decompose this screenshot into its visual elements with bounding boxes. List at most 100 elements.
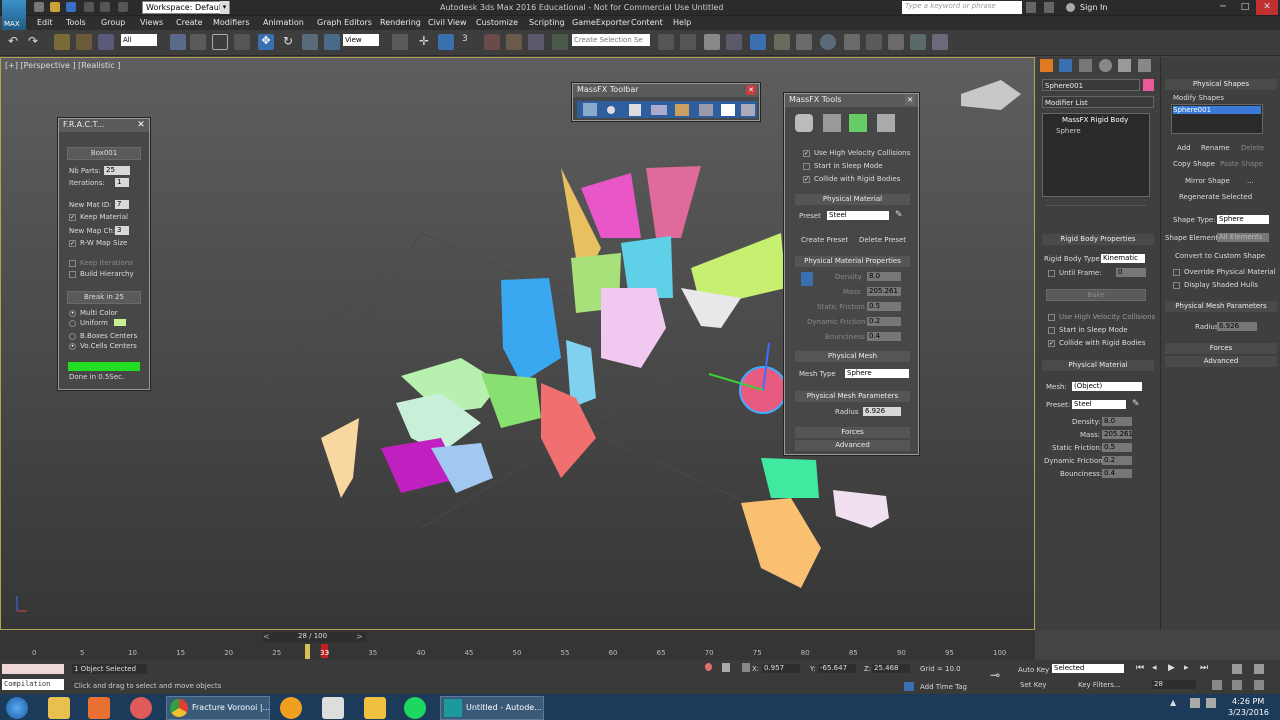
preset-dropdown[interactable]: Steel (1072, 400, 1126, 409)
play-icon[interactable]: ▶ (1168, 663, 1175, 673)
bounciness-input[interactable]: 0.4 (867, 332, 901, 341)
start-button-icon[interactable] (6, 697, 28, 719)
radius-input[interactable]: 6.926 (863, 407, 901, 416)
sign-in-link[interactable]: Sign In (1080, 3, 1107, 12)
menu-rendering[interactable]: Rendering (380, 18, 421, 27)
until-frame-checkbox[interactable]: Until Frame: (1048, 269, 1102, 277)
menu-group[interactable]: Group (101, 18, 125, 27)
copy-shape-button[interactable]: Copy Shape (1173, 160, 1215, 168)
rigid-body-icon[interactable] (607, 106, 615, 114)
regenerate-selected-button[interactable]: Regenerate Selected (1179, 193, 1252, 201)
time-tag-icon[interactable] (904, 682, 914, 691)
material-editor-icon[interactable] (796, 34, 812, 50)
collide-rigid-checkbox[interactable]: ✓ Collide with Rigid Bodies (803, 175, 900, 183)
pm-parameters-rollout[interactable]: Physical Mesh Parameters (1165, 301, 1277, 312)
close-button[interactable]: ✕ (1256, 0, 1278, 15)
use-high-velocity-checkbox[interactable]: ✓ Use High Velocity Collisions (803, 149, 910, 157)
new-scene-icon[interactable] (34, 2, 44, 12)
menu-views[interactable]: Views (140, 18, 163, 27)
pm-properties-rollout[interactable]: Physical Material Properties (795, 256, 910, 267)
scene-explorer-icon[interactable] (726, 34, 742, 50)
iterations-input[interactable]: 1 (115, 178, 129, 187)
uniform-color-swatch[interactable] (114, 319, 126, 326)
manipulate-icon[interactable]: ✛ (416, 34, 432, 50)
cloth-icon[interactable] (629, 104, 641, 116)
close-icon[interactable]: ✕ (746, 85, 756, 95)
z-coordinate-input[interactable]: 25.468 (872, 664, 910, 673)
place-icon[interactable] (324, 34, 340, 50)
link-icon[interactable] (54, 34, 70, 50)
bounciness-input[interactable]: 0.4 (1102, 469, 1132, 478)
new-map-ch-input[interactable]: 3 (115, 226, 129, 235)
x-coordinate-input[interactable]: 0.957 (762, 664, 800, 673)
nb-parts-input[interactable]: 25 (104, 166, 130, 175)
undo-icon[interactable]: ↶ (8, 34, 24, 50)
playhead[interactable] (305, 644, 311, 659)
display-tab-icon[interactable] (1118, 59, 1131, 72)
itunes-icon[interactable] (130, 697, 152, 719)
notes-icon[interactable] (364, 697, 386, 719)
align-icon[interactable] (680, 34, 696, 50)
media-player-icon[interactable] (88, 697, 110, 719)
network-icon[interactable] (1190, 698, 1200, 708)
render-production-icon[interactable] (866, 34, 882, 50)
start-simulation-icon[interactable] (721, 104, 735, 116)
app-logo-icon[interactable]: MAX (2, 0, 26, 30)
open-file-icon[interactable] (50, 2, 60, 12)
shape-element-dropdown[interactable]: All Elements (1217, 233, 1269, 242)
physical-mesh-rollout[interactable]: Physical Mesh (795, 351, 910, 362)
boxes-centers-radio[interactable]: B.Boxes Centers (69, 332, 137, 340)
until-frame-input[interactable]: 0 (1116, 268, 1146, 277)
reference-coordinate-dropdown[interactable]: View (343, 34, 379, 46)
physical-shapes-rollout[interactable]: Physical Shapes (1165, 79, 1277, 90)
new-mat-id-input[interactable]: 7 (115, 200, 129, 209)
eyedropper-icon[interactable]: ✎ (1132, 399, 1144, 410)
close-icon[interactable]: ✕ (905, 95, 915, 105)
menu-content[interactable]: Content (631, 18, 663, 27)
menu-help[interactable]: Help (673, 18, 691, 27)
start-sleep-checkbox[interactable]: Start in Sleep Mode (803, 162, 883, 170)
undo-icon[interactable] (84, 2, 94, 12)
object-color-swatch[interactable] (1143, 79, 1154, 91)
rigid-body-properties-rollout[interactable]: Rigid Body Properties (1042, 234, 1154, 245)
utilities-tab-icon[interactable] (1138, 59, 1151, 72)
window-crossing-icon[interactable] (234, 34, 250, 50)
minimize-button[interactable]: ─ (1212, 0, 1234, 15)
previous-frame-icon[interactable]: ◂ (1152, 663, 1157, 673)
mirror-shape-button[interactable]: Mirror Shape (1185, 177, 1230, 185)
track-bar[interactable]: 0510152025303540455055606570758085909510… (0, 644, 1035, 660)
menu-tools[interactable]: Tools (66, 18, 86, 27)
tray-expand-icon[interactable]: ▲ (1170, 698, 1180, 708)
mesh-type-dropdown[interactable]: Sphere (845, 369, 909, 378)
advanced-rollout[interactable]: Advanced (795, 440, 910, 451)
rectangle-selection-icon[interactable] (212, 34, 228, 50)
display-options-tab-icon[interactable] (877, 114, 895, 132)
maximize-button[interactable]: □ (1234, 0, 1256, 15)
select-object-icon[interactable] (170, 34, 186, 50)
maximize-viewport-icon[interactable] (1254, 680, 1264, 690)
massfx-toolbar-titlebar[interactable]: MassFX Toolbar ✕ (573, 84, 759, 97)
start-sleep-checkbox[interactable]: Start in Sleep Mode (1048, 326, 1128, 334)
rendered-frame-window-icon[interactable] (844, 34, 860, 50)
current-frame-input[interactable]: 28 (1152, 680, 1196, 689)
key-filters-button[interactable]: Key Filters... (1078, 681, 1121, 689)
potplayer-icon[interactable] (280, 697, 302, 719)
multi-object-editor-tab-icon[interactable] (849, 114, 867, 132)
static-friction-input[interactable]: 0.5 (867, 302, 901, 311)
spinner-snap-icon[interactable] (528, 34, 544, 50)
select-move-icon[interactable]: ✥ (258, 34, 274, 50)
close-icon[interactable]: ✕ (136, 120, 146, 130)
select-rotate-icon[interactable]: ↻ (280, 34, 296, 50)
menu-civil-view[interactable]: Civil View (428, 18, 467, 27)
forces-rollout[interactable]: Forces (795, 427, 910, 438)
rb-type-dropdown[interactable]: Kinematic (1101, 254, 1145, 263)
keyboard-shortcut-override-icon[interactable] (438, 34, 454, 50)
display-hulls-checkbox[interactable]: Display Shaded Hulls (1173, 281, 1258, 289)
dynamic-friction-input[interactable]: 0.2 (1102, 456, 1132, 465)
bind-space-warp-icon[interactable] (98, 34, 114, 50)
delete-button[interactable]: Delete (1241, 144, 1264, 152)
chevron-down-icon[interactable]: ▾ (220, 1, 229, 14)
selection-filter-dropdown[interactable]: All (121, 34, 157, 46)
unlink-icon[interactable] (76, 34, 92, 50)
create-preset-button[interactable]: Create Preset (801, 236, 848, 244)
